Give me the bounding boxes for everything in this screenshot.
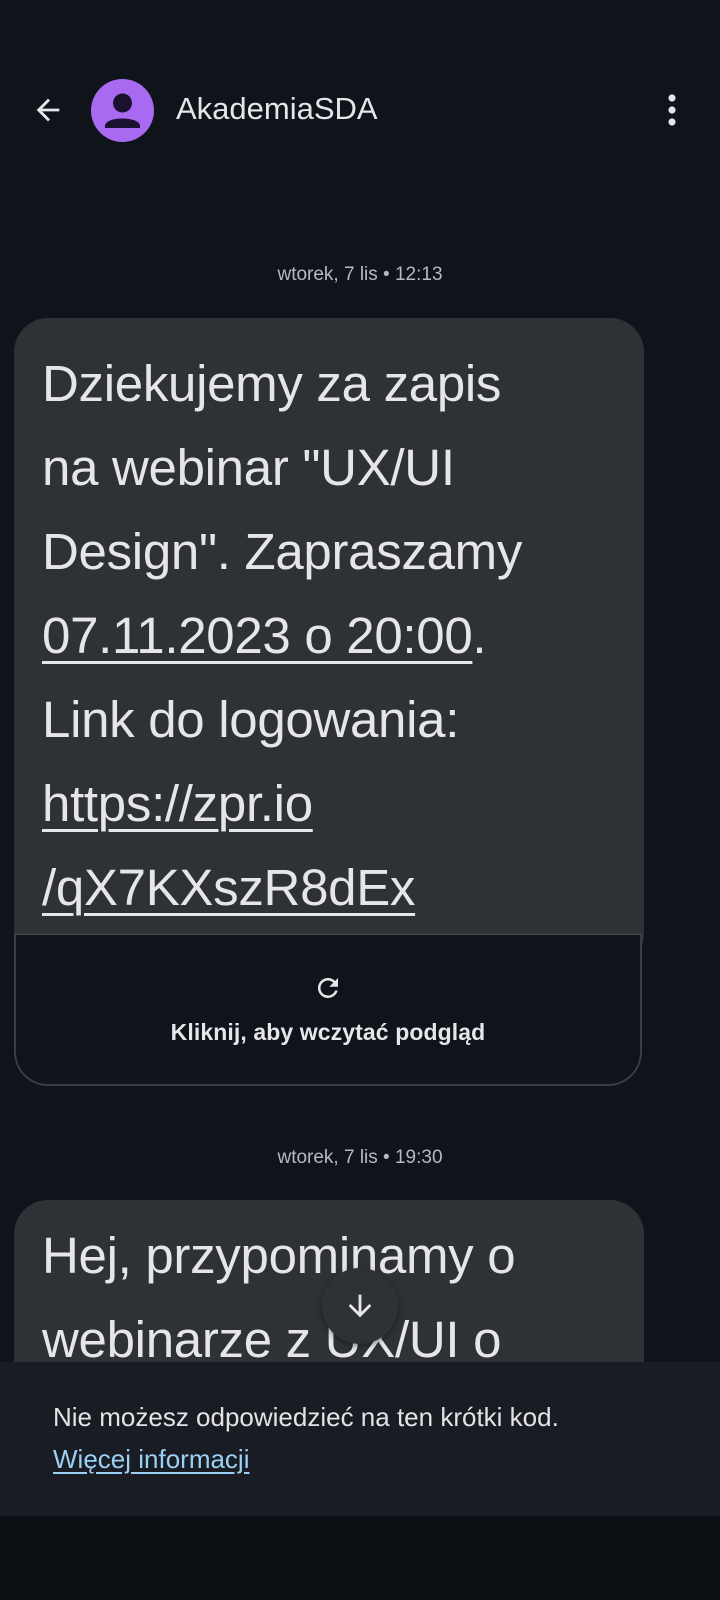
sender-name[interactable]: AkademiaSDA (176, 89, 378, 129)
top-app-bar: AkademiaSDA (0, 60, 720, 160)
message-line: Dziekujemy za zapis (42, 355, 502, 412)
notice-text: Nie możesz odpowiedzieć na ten krótki ko… (53, 1402, 559, 1432)
message-line: /qX7KXszR8dEx (42, 846, 616, 930)
date-link[interactable]: 07.11.2023 o 20:00 (42, 607, 473, 664)
url-link-part2[interactable]: /qX7KXszR8dEx (42, 859, 415, 916)
preview-label: Kliknij, aby wczytać podgląd (170, 1019, 486, 1045)
message-text: Dziekujemy za zapis na webinar "UX/UI De… (14, 318, 644, 952)
arrow-down-icon (348, 1294, 372, 1318)
person-icon (105, 93, 140, 128)
message-line: 07.11.2023 o 20:00. (42, 594, 616, 678)
arrow-left-icon (36, 98, 60, 122)
message-line: https://zpr.io (42, 762, 616, 846)
message-bubble[interactable]: Dziekujemy za zapis na webinar "UX/UI De… (14, 318, 644, 968)
conversation-screen: AkademiaSDA wtorek, 7 lis • 12:13 Dzieku… (0, 0, 720, 1600)
date-suffix: . (472, 607, 487, 664)
back-button[interactable] (24, 86, 72, 134)
reply-disabled-notice: Nie możesz odpowiedzieć na ten krótki ko… (0, 1362, 720, 1516)
refresh-icon (317, 978, 338, 998)
more-info-link[interactable]: Więcej informacji (53, 1444, 250, 1475)
more-vert-icon (668, 94, 676, 126)
scroll-to-bottom-button[interactable] (322, 1268, 398, 1344)
system-navigation-bar (0, 1516, 720, 1600)
message-line: Link do logowania: (42, 691, 460, 748)
url-link-part1[interactable]: https://zpr.io (42, 775, 313, 832)
message-timestamp: wtorek, 7 lis • 12:13 (277, 264, 443, 285)
avatar[interactable] (91, 79, 154, 142)
more-options-button[interactable] (648, 86, 696, 134)
link-preview-button[interactable]: Kliknij, aby wczytać podgląd (14, 934, 642, 1086)
message-timestamp: wtorek, 7 lis • 19:30 (277, 1147, 443, 1168)
message-line: Design". Zapraszamy (42, 523, 523, 580)
message-line: na webinar "UX/UI (42, 439, 455, 496)
